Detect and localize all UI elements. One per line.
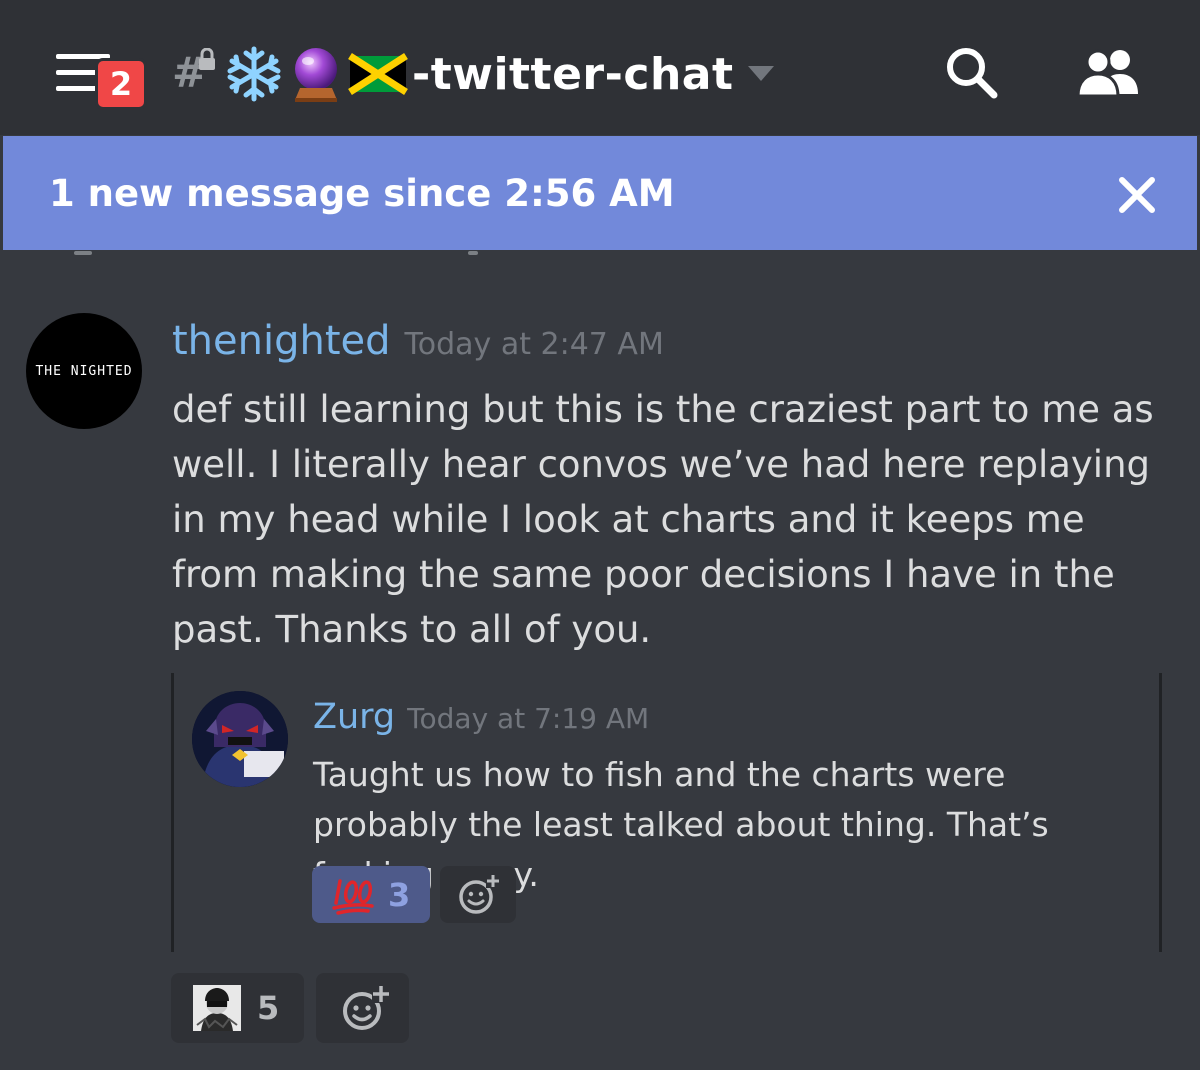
- previous-message-fragment: [40, 251, 500, 257]
- avatar-logo-text: THE NIGHTED: [35, 363, 133, 379]
- channel-name: -twitter-chat: [412, 48, 734, 100]
- avatar[interactable]: THE NIGHTED: [26, 313, 142, 429]
- snowflake-icon: [227, 46, 281, 102]
- hundred-points-icon: [332, 878, 374, 915]
- reaction-custom-avatar[interactable]: 5: [171, 973, 304, 1043]
- message-header: thenighted Today at 2:47 AM: [172, 318, 664, 364]
- chevron-down-icon: [747, 66, 774, 81]
- notification-badge: 2: [95, 58, 147, 110]
- channel-header: 2 # -twitter-chat: [0, 0, 1200, 135]
- add-reaction-icon: [459, 874, 500, 914]
- channel-title[interactable]: # -twitter-chat: [172, 42, 774, 106]
- flag-jamaica-icon: [348, 53, 408, 95]
- new-messages-banner[interactable]: 1 new message since 2:56 AM: [3, 136, 1197, 250]
- reaction-count: 5: [257, 989, 280, 1027]
- message-timestamp: Today at 2:47 AM: [404, 327, 664, 362]
- reply-header: Zurg Today at 7:19 AM: [313, 697, 649, 737]
- reply-avatar[interactable]: [192, 691, 288, 787]
- zurg-avatar-image: [192, 691, 288, 787]
- reaction-100[interactable]: 3: [312, 866, 430, 923]
- new-messages-text: 1 new message since 2:56 AM: [49, 172, 675, 215]
- search-icon[interactable]: [944, 45, 998, 99]
- locked-channel-icon: #: [172, 44, 224, 104]
- reaction-count: 3: [388, 875, 411, 914]
- message-text: def still learning but this is the crazi…: [172, 388, 1154, 651]
- close-icon[interactable]: [1118, 176, 1156, 214]
- quote-border: [171, 673, 174, 952]
- crystal-ball-icon: [295, 48, 337, 102]
- custom-avatar-emoji-icon: [193, 985, 241, 1031]
- message-author[interactable]: thenighted: [172, 318, 391, 364]
- add-reaction-icon: [343, 985, 390, 1030]
- add-reaction-button[interactable]: [440, 866, 516, 923]
- add-reaction-button[interactable]: [316, 973, 409, 1043]
- reply-timestamp: Today at 7:19 AM: [407, 702, 650, 735]
- members-icon[interactable]: [1076, 48, 1144, 96]
- reply-text: Taught us how to fish and the charts wer…: [313, 755, 1049, 894]
- reply-author[interactable]: Zurg: [313, 697, 395, 737]
- quote-border-right: [1159, 673, 1162, 952]
